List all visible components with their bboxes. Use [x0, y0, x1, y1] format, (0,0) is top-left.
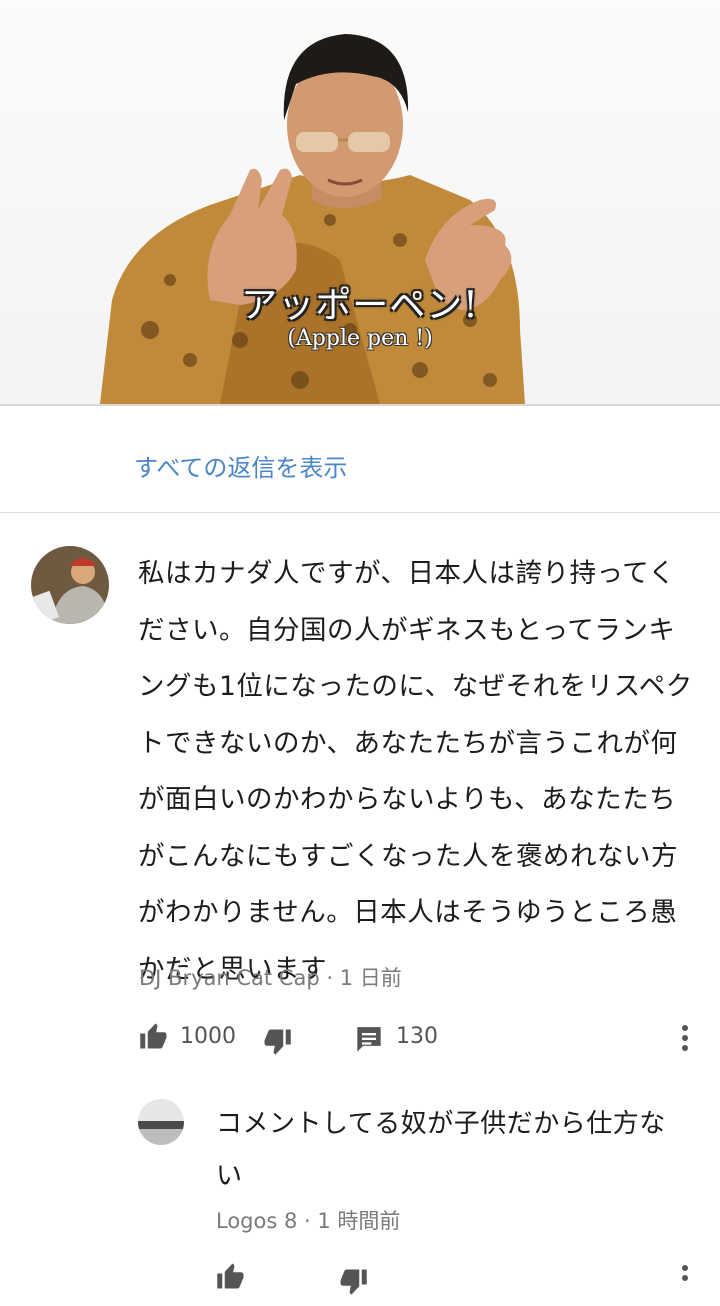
- avatar[interactable]: [31, 546, 109, 624]
- avatar-image: [31, 546, 109, 624]
- video-caption-english: (Apple pen !): [287, 326, 433, 351]
- like-count: 1000: [180, 1024, 236, 1049]
- comment-meta: DJ Bryan Cat Cap · 1 日前: [139, 962, 402, 992]
- reply-icon[interactable]: [356, 1026, 382, 1054]
- reply-time: · 1 時間前: [304, 1209, 401, 1233]
- comment-time: · 1 日前: [326, 966, 402, 990]
- reply-thumbs-up-icon[interactable]: [216, 1262, 246, 1290]
- thumbs-down-icon[interactable]: [262, 1028, 292, 1056]
- reply-count: 130: [396, 1024, 438, 1049]
- thumbs-up-icon[interactable]: [139, 1022, 169, 1050]
- comment-author[interactable]: DJ Bryan Cat Cap: [139, 966, 320, 990]
- video-player[interactable]: アッポーペン! (Apple pen !): [0, 0, 720, 404]
- video-caption-japanese: アッポーペン!: [241, 285, 479, 326]
- replies-divider: [0, 512, 720, 513]
- reply-thumbs-down-icon[interactable]: [338, 1268, 368, 1296]
- reply-avatar-image: [138, 1099, 184, 1145]
- show-all-replies-link[interactable]: すべての返信を表示: [134, 448, 347, 483]
- more-options-icon[interactable]: [680, 1024, 690, 1052]
- video-bottom-divider: [0, 404, 720, 406]
- reply-author[interactable]: Logos 8: [216, 1209, 297, 1233]
- reply-text: コメントしてる奴が子供だから仕方ない: [216, 1109, 666, 1191]
- reply-avatar[interactable]: [138, 1099, 184, 1145]
- reply-more-options-icon[interactable]: [680, 1264, 690, 1292]
- comment-actions: 1000 130: [0, 1012, 720, 1062]
- reply-actions: [0, 1256, 720, 1306]
- reply-meta: Logos 8 · 1 時間前: [216, 1205, 400, 1235]
- comment-text: 私はカナダ人ですが、日本人は誇り持ってください。自分国の人がギネスもとってランキ…: [138, 558, 693, 985]
